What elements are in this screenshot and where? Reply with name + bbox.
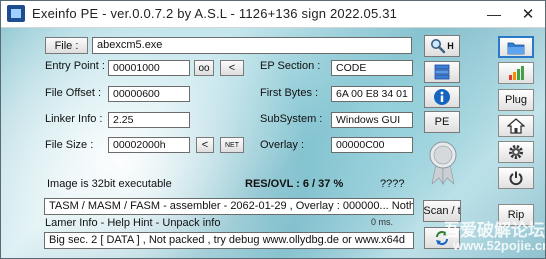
linker-info-field[interactable]: 2.25: [108, 112, 190, 128]
search-button[interactable]: H: [424, 35, 460, 57]
stats-button[interactable]: [498, 62, 534, 84]
file-offset-field[interactable]: 00000600: [108, 86, 190, 102]
res-ovl-status: RES/OVL : 6 / 37 %: [245, 178, 344, 190]
exeinfo-window: Exeinfo PE - ver.0.0.7.2 by A.S.L - 1126…: [0, 0, 546, 259]
search-h-label: H: [447, 41, 454, 51]
home-icon: [507, 118, 525, 134]
info-button[interactable]: [424, 86, 460, 108]
stack-icon: [433, 63, 451, 81]
entry-point-label: Entry Point :: [45, 60, 105, 72]
rosette-badge-icon: [428, 140, 458, 186]
file-size-field[interactable]: 00002000h: [108, 137, 190, 153]
bits-status: Image is 32bit executable: [47, 178, 172, 190]
open-file-button[interactable]: [498, 36, 534, 58]
magnifier-icon: [430, 38, 446, 54]
exeinfo-app-icon[interactable]: [7, 5, 25, 22]
file-size-arrow-button[interactable]: <: [196, 137, 214, 153]
pe-button[interactable]: PE: [424, 111, 460, 133]
scan-time-label: 0 ms.: [371, 217, 394, 227]
home-button[interactable]: [498, 115, 534, 137]
title-bar[interactable]: Exeinfo PE - ver.0.0.7.2 by A.S.L - 1126…: [1, 1, 545, 28]
minimize-button[interactable]: —: [477, 1, 511, 27]
linker-info-label: Linker Info :: [45, 113, 103, 125]
detection-result-field[interactable]: TASM / MASM / FASM - assembler - 2062-01…: [44, 198, 414, 215]
subsystem-label: SubSystem :: [260, 113, 323, 125]
subsystem-field[interactable]: Windows GUI: [331, 112, 413, 128]
overlay-field[interactable]: 00000C00: [331, 137, 413, 153]
rescan-button[interactable]: [424, 227, 460, 249]
file-offset-label: File Offset :: [45, 87, 102, 99]
net-button[interactable]: NET: [220, 137, 244, 153]
ep-section-field[interactable]: CODE: [331, 60, 413, 76]
bar-chart-icon: [507, 65, 525, 81]
refresh-arrows-icon: [434, 230, 450, 246]
entry-oo-button[interactable]: oo: [194, 60, 214, 76]
rip-button[interactable]: Rip: [498, 204, 534, 226]
entry-arrow-button[interactable]: <: [220, 60, 244, 76]
overlay-label: Overlay :: [260, 139, 305, 151]
window-title: Exeinfo PE - ver.0.0.7.2 by A.S.L - 1126…: [32, 6, 398, 21]
first-bytes-field[interactable]: 6A 00 E8 34 01: [331, 86, 413, 102]
settings-button[interactable]: [498, 141, 534, 163]
first-bytes-label: First Bytes :: [260, 87, 319, 99]
entry-point-field[interactable]: 00001000: [108, 60, 190, 76]
watermark-url: www.52pojie.cn: [453, 238, 546, 253]
main-panel: File : abexcm5.exe Entry Point : 0000100…: [1, 28, 545, 258]
plug-button[interactable]: Plug: [498, 89, 534, 111]
power-icon: [508, 170, 524, 186]
unknown-status: ????: [380, 178, 405, 190]
hint-field[interactable]: Big sec. 2 [ DATA ] , Not packed , try d…: [44, 232, 414, 249]
file-button[interactable]: File :: [45, 37, 88, 54]
close-button[interactable]: ✕: [511, 1, 545, 27]
gear-icon: [508, 144, 524, 160]
file-name-field[interactable]: abexcm5.exe: [92, 37, 412, 54]
folder-icon: [507, 40, 525, 55]
scan-button[interactable]: Scan / t: [423, 200, 461, 222]
ep-section-label: EP Section :: [260, 60, 321, 72]
info-icon: [433, 88, 451, 106]
sections-button[interactable]: [424, 61, 460, 83]
exit-button[interactable]: [498, 167, 534, 189]
lamer-info-link[interactable]: Lamer Info - Help Hint - Unpack info: [45, 217, 220, 229]
file-size-label: File Size :: [45, 139, 94, 151]
